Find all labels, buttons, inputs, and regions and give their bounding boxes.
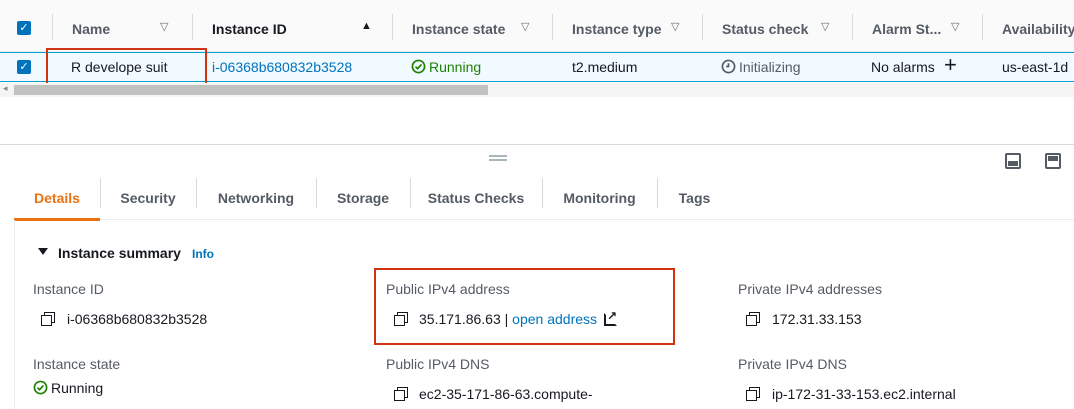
tab-networking[interactable]: Networking (196, 176, 316, 220)
scroll-left-icon[interactable]: ◂ (3, 83, 8, 94)
scrollbar-thumb[interactable] (14, 85, 488, 95)
horizontal-scrollbar[interactable]: ◂ (0, 83, 1074, 97)
copy-icon[interactable] (746, 312, 760, 326)
tab-storage[interactable]: Storage (316, 176, 410, 220)
details-tabs: Details Security Networking Storage Stat… (14, 176, 1074, 221)
tab-security[interactable]: Security (100, 176, 196, 220)
column-header-status-check[interactable]: Status check ▽ (702, 0, 852, 52)
column-header-instance-id[interactable]: Instance ID ▲ (192, 0, 392, 52)
highlight-box-public-ip (374, 268, 675, 345)
public-dns-label: Public IPv4 DNS (386, 356, 490, 372)
section-title[interactable]: Instance summary (58, 245, 181, 261)
tab-tags[interactable]: Tags (657, 176, 732, 220)
sort-icon[interactable]: ▽ (951, 20, 959, 33)
public-dns-value: ec2-35-171-86-63.compute- (419, 386, 593, 402)
column-header-alarm-status[interactable]: Alarm St... ▽ (852, 0, 982, 52)
instance-id-link[interactable]: i-06368b680832b3528 (212, 59, 352, 75)
instance-state-label: Instance state (33, 356, 121, 372)
row-checkbox[interactable]: ✓ (17, 60, 31, 74)
highlight-box-name (46, 48, 207, 85)
split-panel-bottom-icon[interactable] (1005, 153, 1021, 169)
private-ipv4-label: Private IPv4 addresses (738, 281, 882, 297)
clock-icon (721, 59, 736, 74)
collapse-caret-icon[interactable] (38, 248, 48, 255)
private-ipv4-value: 172.31.33.153 (772, 311, 862, 327)
sort-icon[interactable]: ▽ (821, 20, 829, 33)
check-circle-icon (33, 380, 48, 395)
instance-state-value: Running (33, 380, 103, 396)
column-header-instance-state[interactable]: Instance state ▽ (392, 0, 552, 52)
tab-status-checks[interactable]: Status Checks (410, 176, 542, 220)
instance-type: t2.medium (572, 59, 638, 75)
panel-divider (0, 144, 1074, 145)
copy-icon[interactable] (746, 387, 760, 401)
check-circle-icon (411, 59, 426, 74)
tab-monitoring[interactable]: Monitoring (542, 176, 657, 220)
private-dns-value: ip-172-31-33-153.ec2.internal (772, 386, 956, 402)
instance-id-value: i-06368b680832b3528 (67, 311, 208, 327)
copy-icon[interactable] (394, 387, 408, 401)
add-alarm-icon[interactable]: + (944, 54, 957, 76)
sort-icon[interactable]: ▽ (521, 20, 529, 33)
status-check: Initializing (721, 59, 800, 75)
instance-state: Running (411, 59, 481, 75)
private-dns-label: Private IPv4 DNS (738, 356, 847, 372)
alarm-status: No alarms (871, 59, 935, 75)
availability-zone: us-east-1d (1002, 59, 1069, 75)
column-header-instance-type[interactable]: Instance type ▽ (552, 0, 702, 52)
instance-id-label: Instance ID (33, 281, 104, 297)
sort-ascending-icon[interactable]: ▲ (361, 20, 372, 32)
copy-icon[interactable] (41, 312, 55, 326)
tab-details[interactable]: Details (14, 176, 100, 221)
sort-icon[interactable]: ▽ (671, 20, 679, 33)
select-all-checkbox[interactable]: ✓ (17, 21, 31, 35)
info-link[interactable]: Info (192, 247, 214, 261)
instances-table-header: ✓ Name ▽ Instance ID ▲ Instance state ▽ … (0, 0, 1074, 52)
sort-icon[interactable]: ▽ (160, 20, 168, 33)
drag-handle-icon[interactable] (489, 155, 507, 161)
split-panel-side-icon[interactable] (1045, 153, 1061, 169)
column-header-name[interactable]: Name ▽ (52, 0, 192, 52)
column-header-availability-zone[interactable]: Availability (982, 0, 1074, 52)
